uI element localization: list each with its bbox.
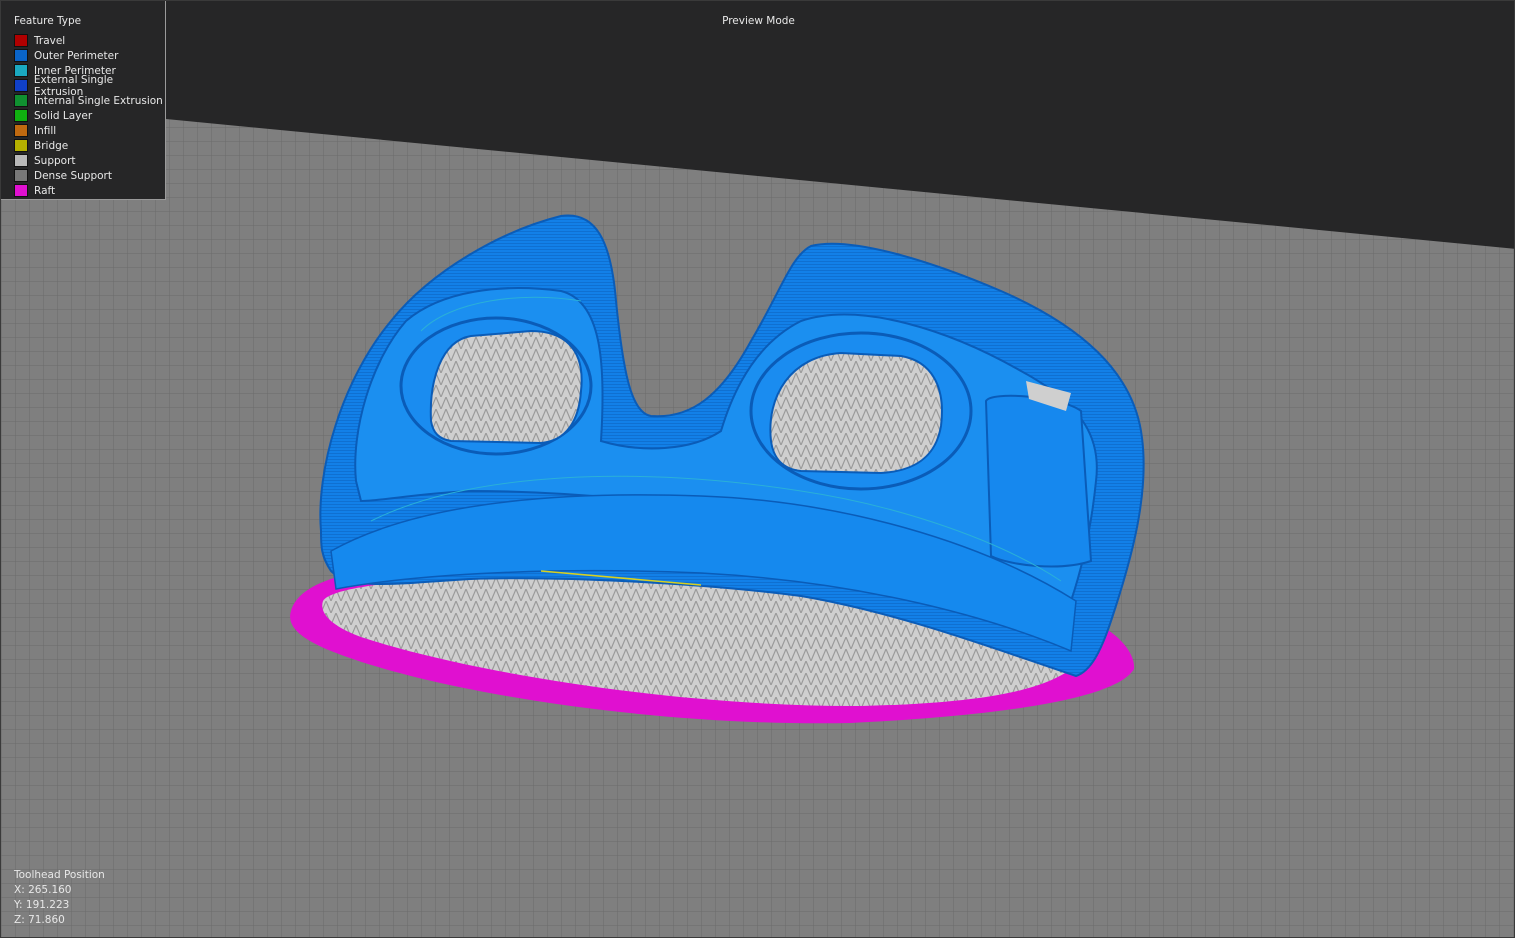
legend-item: Outer Perimeter — [14, 48, 165, 63]
legend-item-label: Solid Layer — [34, 109, 93, 122]
3d-preview-viewport[interactable]: Feature Type Travel Outer Perimeter Inner … — [0, 0, 1515, 938]
legend-color-swatch — [14, 34, 28, 47]
legend-item: Internal Single Extrusion — [14, 93, 165, 108]
legend-item: Raft — [14, 183, 165, 198]
feature-type-legend: Feature Type Travel Outer Perimeter Inner … — [1, 1, 166, 200]
toolhead-z: Z: 71.860 — [14, 914, 65, 926]
legend-color-swatch — [14, 184, 28, 197]
legend-item-label: Internal Single Extrusion — [34, 94, 163, 107]
legend-color-swatch — [14, 139, 28, 152]
legend-item-label: Outer Perimeter — [34, 49, 119, 62]
toolhead-position-panel: Toolhead Position X: 265.160 Y: 191.223 … — [14, 868, 105, 928]
legend-item: Support — [14, 153, 165, 168]
toolhead-x: X: 265.160 — [14, 884, 72, 896]
legend-item-label: Dense Support — [34, 169, 112, 182]
legend-item: Dense Support — [14, 168, 165, 183]
toolhead-title: Toolhead Position — [14, 869, 105, 881]
legend-color-swatch — [14, 154, 28, 167]
legend-item: Travel — [14, 33, 165, 48]
legend-color-swatch — [14, 109, 28, 122]
legend-color-swatch — [14, 94, 28, 107]
legend-item-label: Infill — [34, 124, 57, 137]
legend-color-swatch — [14, 79, 28, 92]
legend-color-swatch — [14, 49, 28, 62]
legend-color-swatch — [14, 64, 28, 77]
print-preview-scene[interactable] — [1, 1, 1515, 938]
legend-item: Infill — [14, 123, 165, 138]
legend-item-label: Travel — [34, 34, 66, 47]
legend-item-label: Bridge — [34, 139, 69, 152]
legend-item-label: Raft — [34, 184, 56, 197]
preview-mode-label: Preview Mode — [722, 15, 795, 27]
legend-item-label: Support — [34, 154, 76, 167]
legend-list: Travel Outer Perimeter Inner Perimeter Exte… — [14, 33, 165, 198]
legend-item: Solid Layer — [14, 108, 165, 123]
legend-item: Bridge — [14, 138, 165, 153]
legend-color-swatch — [14, 124, 28, 137]
toolhead-y: Y: 191.223 — [14, 899, 70, 911]
legend-color-swatch — [14, 169, 28, 182]
legend-item: External Single Extrusion — [14, 74, 165, 98]
